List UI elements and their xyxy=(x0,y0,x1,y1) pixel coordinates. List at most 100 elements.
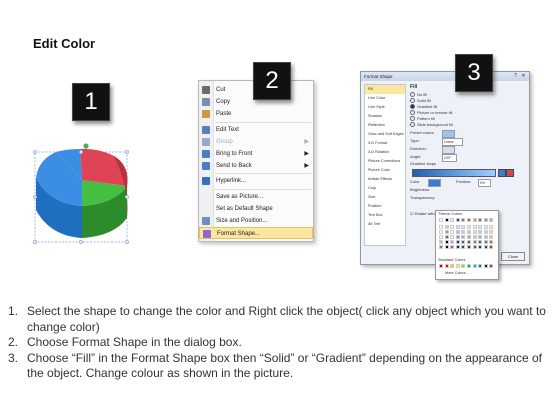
position-field[interactable]: 0% xyxy=(478,179,491,187)
menu-item-save-as-picture[interactable]: Save as Picture... xyxy=(199,191,313,203)
nav-item-picture-color[interactable]: Picture Color xyxy=(365,166,405,175)
add-stop-icon[interactable] xyxy=(498,169,506,177)
color-swatch[interactable] xyxy=(450,218,455,222)
menu-item-group[interactable]: Group ▶ xyxy=(199,136,313,148)
color-swatch[interactable] xyxy=(450,245,455,249)
color-swatch[interactable] xyxy=(455,240,460,244)
color-swatch[interactable] xyxy=(467,240,471,244)
standard-color-swatch[interactable] xyxy=(455,264,460,268)
menu-item-size-and-position[interactable]: Size and Position... xyxy=(199,215,313,227)
color-swatch[interactable] xyxy=(489,218,494,222)
color-swatch[interactable] xyxy=(461,225,466,229)
color-swatch[interactable] xyxy=(450,225,455,229)
color-swatch[interactable] xyxy=(467,235,471,239)
color-swatch[interactable] xyxy=(467,230,471,234)
color-swatch[interactable] xyxy=(489,225,494,229)
color-swatch[interactable] xyxy=(461,218,466,222)
nav-item-alt-text[interactable]: Alt Text xyxy=(365,220,405,229)
color-swatch[interactable] xyxy=(455,230,460,234)
nav-item-line-style[interactable]: Line Style xyxy=(365,103,405,112)
standard-color-swatch[interactable] xyxy=(478,264,483,268)
color-swatch[interactable] xyxy=(472,230,477,234)
color-swatch[interactable] xyxy=(444,235,449,239)
nav-item-text-box[interactable]: Text Box xyxy=(365,211,405,220)
nav-item-picture-corrections[interactable]: Picture Corrections xyxy=(365,157,405,166)
color-swatch[interactable] xyxy=(461,245,466,249)
color-swatch[interactable] xyxy=(444,225,449,229)
help-icon[interactable]: ? xyxy=(512,73,519,79)
color-swatch[interactable] xyxy=(472,235,477,239)
color-swatch[interactable] xyxy=(467,218,471,222)
color-swatch[interactable] xyxy=(444,218,449,222)
menu-item-hyperlink[interactable]: Hyperlink... xyxy=(199,175,313,187)
preset-colors-button[interactable] xyxy=(442,130,455,138)
color-swatch[interactable] xyxy=(467,225,471,229)
nav-item-size[interactable]: Size xyxy=(365,193,405,202)
color-swatch[interactable] xyxy=(439,240,443,244)
standard-color-swatch[interactable] xyxy=(472,264,477,268)
color-swatch[interactable] xyxy=(439,218,443,222)
menu-item-set-as-default-shape[interactable]: Set as Default Shape xyxy=(199,203,313,215)
nav-item-fill[interactable]: Fill xyxy=(365,85,405,94)
color-swatch[interactable] xyxy=(472,225,477,229)
color-swatch[interactable] xyxy=(461,230,466,234)
standard-color-swatch[interactable] xyxy=(467,264,471,268)
nav-item-shadow[interactable]: Shadow xyxy=(365,112,405,121)
fill-option-slide-background-fill[interactable]: Slide background fill xyxy=(410,122,453,128)
nav-item-artistic-effects[interactable]: Artistic Effects xyxy=(365,175,405,184)
color-swatch[interactable] xyxy=(478,225,483,229)
color-swatch[interactable] xyxy=(455,225,460,229)
standard-color-swatch[interactable] xyxy=(439,264,443,268)
color-swatch[interactable] xyxy=(472,240,477,244)
color-picker-button[interactable] xyxy=(428,179,441,187)
color-swatch[interactable] xyxy=(489,240,494,244)
nav-item-3-d-rotation[interactable]: 3-D Rotation xyxy=(365,148,405,157)
color-swatch[interactable] xyxy=(483,218,488,222)
color-swatch[interactable] xyxy=(461,235,466,239)
color-swatch[interactable] xyxy=(450,235,455,239)
color-swatch[interactable] xyxy=(489,245,494,249)
color-swatch[interactable] xyxy=(489,235,494,239)
color-swatch[interactable] xyxy=(450,230,455,234)
color-swatch[interactable] xyxy=(450,240,455,244)
color-swatch[interactable] xyxy=(455,218,460,222)
color-swatch[interactable] xyxy=(483,240,488,244)
gradient-stops-bar[interactable] xyxy=(412,169,496,177)
color-swatch[interactable] xyxy=(483,230,488,234)
menu-item-paste[interactable]: Paste xyxy=(199,108,313,120)
color-swatch[interactable] xyxy=(439,235,443,239)
color-swatch[interactable] xyxy=(444,230,449,234)
type-select[interactable]: Linear xyxy=(442,138,463,146)
color-swatch[interactable] xyxy=(478,240,483,244)
color-swatch[interactable] xyxy=(483,235,488,239)
color-swatch[interactable] xyxy=(444,245,449,249)
standard-color-swatch[interactable] xyxy=(461,264,466,268)
menu-item-send-to-back[interactable]: Send to Back ▶ xyxy=(199,160,313,172)
color-swatch[interactable] xyxy=(472,245,477,249)
color-swatch[interactable] xyxy=(478,218,483,222)
color-swatch[interactable] xyxy=(444,240,449,244)
menu-item-edit-text[interactable]: Edit Text xyxy=(199,124,313,136)
color-swatch[interactable] xyxy=(439,230,443,234)
color-swatch[interactable] xyxy=(455,235,460,239)
remove-stop-icon[interactable] xyxy=(506,169,514,177)
color-swatch[interactable] xyxy=(461,240,466,244)
color-swatch[interactable] xyxy=(489,230,494,234)
color-swatch[interactable] xyxy=(478,245,483,249)
more-colors-item[interactable]: More Colors... xyxy=(445,271,469,276)
angle-field[interactable]: 230° xyxy=(442,154,457,162)
color-swatch[interactable] xyxy=(483,225,488,229)
pie-chart-illustration[interactable] xyxy=(30,140,140,250)
color-swatch[interactable] xyxy=(455,245,460,249)
close-icon[interactable]: ✕ xyxy=(520,73,527,79)
close-button[interactable]: Close xyxy=(501,252,525,261)
menu-item-format-shape[interactable]: Format Shape... xyxy=(199,227,313,240)
color-swatch[interactable] xyxy=(483,245,488,249)
nav-item-crop[interactable]: Crop xyxy=(365,184,405,193)
direction-button[interactable] xyxy=(442,146,455,154)
nav-item-glow-and-soft-edges[interactable]: Glow and Soft Edges xyxy=(365,130,405,139)
nav-item-reflection[interactable]: Reflection xyxy=(365,121,405,130)
standard-color-swatch[interactable] xyxy=(483,264,488,268)
color-swatch[interactable] xyxy=(439,245,443,249)
color-swatch[interactable] xyxy=(478,235,483,239)
